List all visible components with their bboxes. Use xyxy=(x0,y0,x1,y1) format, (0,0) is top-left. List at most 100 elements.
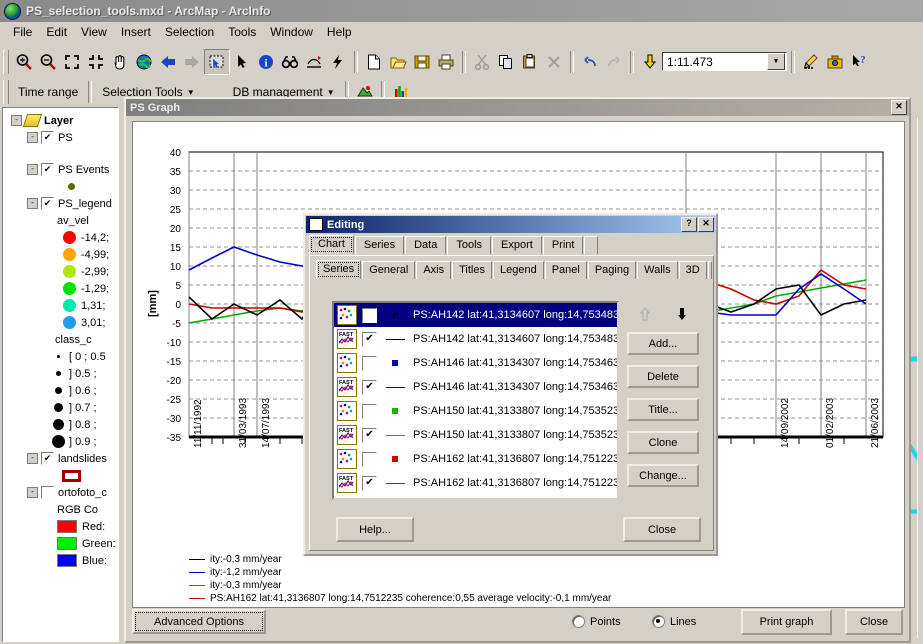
menu-item-window[interactable]: Window xyxy=(263,23,320,41)
subtab-legend[interactable]: Legend xyxy=(492,261,544,279)
add-series-button[interactable]: Add... xyxy=(627,332,699,355)
menu-item-insert[interactable]: Insert xyxy=(114,23,158,41)
paste-icon[interactable] xyxy=(518,50,542,74)
subtab-paging[interactable]: Paging xyxy=(587,261,637,279)
tab-data[interactable]: Data xyxy=(405,236,447,254)
redo-icon[interactable] xyxy=(602,50,626,74)
zoom-in-icon[interactable] xyxy=(12,50,36,74)
map-scale-combo[interactable]: 1:11.473 ▼ xyxy=(662,52,787,71)
radio-indicator[interactable] xyxy=(572,615,585,628)
series-list-item[interactable]: FAST ✔ PS:AH142 lat:41,3134607 long:14,7… xyxy=(334,327,617,351)
series-list-item[interactable]: FAST ✔ PS:AH150 lat:41,3133807 long:14,7… xyxy=(334,423,617,447)
change-series-button[interactable]: Change... xyxy=(627,464,699,487)
tab-export[interactable]: Export xyxy=(492,236,542,254)
pan-icon[interactable] xyxy=(108,50,132,74)
close-icon[interactable]: ✕ xyxy=(891,100,907,115)
series-list-item[interactable]: FAST ✔ PS:AH162 lat:41,3136807 long:14,7… xyxy=(334,471,617,495)
layer-visibility-checkbox[interactable]: ✔ xyxy=(41,452,54,465)
series-list-item[interactable]: PS:AH146 lat:41,3134307 long:14,753463 xyxy=(334,351,617,375)
expander-icon[interactable]: - xyxy=(27,453,38,464)
editor-toolbar-icon[interactable] xyxy=(799,50,823,74)
layer-visibility-checkbox[interactable]: ✔ xyxy=(41,163,54,176)
menu-item-tools[interactable]: Tools xyxy=(221,23,263,41)
series-visible-checkbox[interactable] xyxy=(362,307,377,323)
delete-series-button[interactable]: Delete xyxy=(627,365,699,388)
select-features-icon[interactable] xyxy=(204,48,230,75)
subtab-series[interactable]: Series xyxy=(316,260,362,279)
menu-item-edit[interactable]: Edit xyxy=(39,23,74,41)
subtab-axis[interactable]: Axis xyxy=(416,261,452,279)
copy-icon[interactable] xyxy=(494,50,518,74)
find-icon[interactable] xyxy=(278,50,302,74)
toc-item-ps[interactable]: - ✔ PS xyxy=(5,129,116,146)
new-document-icon[interactable] xyxy=(362,50,386,74)
series-list-item[interactable]: PS:AH150 lat:41,3133807 long:14,753523 xyxy=(334,399,617,423)
fixed-zoom-out-icon[interactable] xyxy=(84,50,108,74)
series-list-item[interactable]: FAST ✔ PS:AH146 lat:41,3134307 long:14,7… xyxy=(334,375,617,399)
toc-item-ps-legend[interactable]: - ✔ PS_legend xyxy=(5,195,116,212)
toolbar-grip[interactable] xyxy=(3,80,9,104)
title-series-button[interactable]: Title... xyxy=(627,398,699,421)
series-list-item[interactable]: PS:AH162 lat:41,3136807 long:14,751223 xyxy=(334,447,617,471)
toolbar-grip[interactable] xyxy=(3,49,9,74)
series-listbox[interactable]: PS:AH142 lat:41,3134607 long:14,753483 F… xyxy=(332,301,619,500)
menu-item-view[interactable]: View xyxy=(74,23,114,41)
arrow-down-icon[interactable] xyxy=(675,306,689,325)
cut-icon[interactable] xyxy=(470,50,494,74)
expander-icon[interactable]: - xyxy=(27,198,38,209)
add-data-icon[interactable] xyxy=(638,50,662,74)
select-elements-icon[interactable] xyxy=(230,50,254,74)
chevron-down-icon[interactable]: ▼ xyxy=(767,53,785,70)
close-icon[interactable]: ✕ xyxy=(698,217,714,232)
back-extent-icon[interactable] xyxy=(156,50,180,74)
table-of-contents-panel[interactable]: - Layer - ✔ PS - ✔ PS Events - ✔ PS_lege… xyxy=(2,107,119,642)
layer-visibility-checkbox[interactable] xyxy=(41,486,54,499)
toc-item-landslides[interactable]: - ✔ landslides xyxy=(5,450,116,467)
chevron-down-icon[interactable]: ▼ xyxy=(327,88,335,97)
subtab-3d[interactable]: 3D xyxy=(678,261,707,279)
subtab-panel[interactable]: Panel xyxy=(544,261,587,279)
layer-visibility-checkbox[interactable]: ✔ xyxy=(41,131,54,144)
series-visible-checkbox[interactable]: ✔ xyxy=(362,475,377,491)
chevron-down-icon[interactable]: ▼ xyxy=(187,88,195,97)
menu-item-selection[interactable]: Selection xyxy=(158,23,221,41)
menu-item-help[interactable]: Help xyxy=(320,23,359,41)
measure-icon[interactable] xyxy=(302,50,326,74)
save-document-icon[interactable] xyxy=(410,50,434,74)
ps-graph-close-button[interactable]: Close xyxy=(845,609,903,635)
toc-item-ortofoto[interactable]: - ortofoto_c xyxy=(5,484,116,501)
expander-icon[interactable]: - xyxy=(27,164,38,175)
tab-chart[interactable]: Chart xyxy=(309,235,354,254)
radio-indicator[interactable] xyxy=(652,615,665,628)
delete-icon[interactable] xyxy=(542,50,566,74)
forward-extent-icon[interactable] xyxy=(180,50,204,74)
menu-item-file[interactable]: File xyxy=(6,23,39,41)
series-visible-checkbox[interactable] xyxy=(362,355,377,371)
context-help-icon[interactable]: ? xyxy=(847,50,871,74)
tab-print[interactable]: Print xyxy=(542,236,584,254)
toc-item-ps-events[interactable]: - ✔ PS Events xyxy=(5,161,116,178)
question-mark-icon[interactable]: ? xyxy=(681,217,697,232)
identify-icon[interactable]: i xyxy=(254,50,278,74)
series-visible-checkbox[interactable] xyxy=(362,403,377,419)
layer-visibility-checkbox[interactable]: ✔ xyxy=(41,197,54,210)
advanced-options-button[interactable]: Advanced Options xyxy=(132,609,266,634)
print-graph-button[interactable]: Print graph xyxy=(741,609,832,635)
zoom-out-icon[interactable] xyxy=(36,50,60,74)
fixed-zoom-in-icon[interactable] xyxy=(60,50,84,74)
tab-series[interactable]: Series xyxy=(354,236,405,254)
editing-close-button[interactable]: Close xyxy=(623,517,701,542)
series-visible-checkbox[interactable]: ✔ xyxy=(362,331,377,347)
toc-root-layer[interactable]: - Layer xyxy=(5,112,116,129)
expander-icon[interactable]: - xyxy=(11,115,22,126)
subtab-walls[interactable]: Walls xyxy=(637,261,678,279)
series-visible-checkbox[interactable]: ✔ xyxy=(362,379,377,395)
subtab-general[interactable]: General xyxy=(362,261,416,279)
expander-icon[interactable]: - xyxy=(27,132,38,143)
arctoolbox-icon[interactable] xyxy=(823,50,847,74)
print-icon[interactable] xyxy=(434,50,458,74)
editing-help-button[interactable]: Help... xyxy=(336,517,414,542)
series-list-item[interactable]: PS:AH142 lat:41,3134607 long:14,753483 xyxy=(334,303,617,327)
undo-icon[interactable] xyxy=(578,50,602,74)
clone-series-button[interactable]: Clone xyxy=(627,431,699,454)
